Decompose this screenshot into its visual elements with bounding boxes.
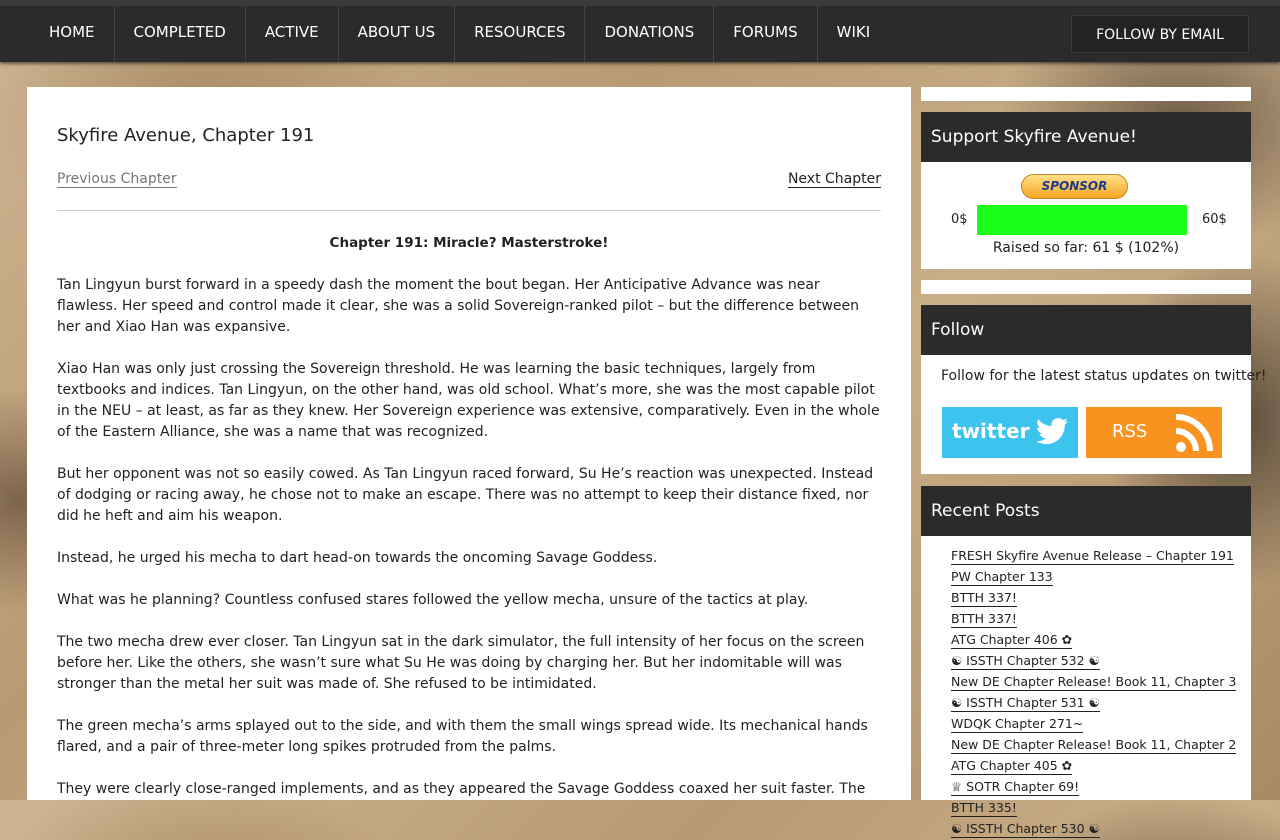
rss-label: RSS bbox=[1112, 421, 1148, 442]
paragraph: The two mecha drew ever closer. Tan Ling… bbox=[57, 634, 865, 692]
support-widget: Support Skyfire Avenue! SPONSOR 0$ 60$ R… bbox=[921, 112, 1251, 269]
sponsor-button[interactable]: SPONSOR bbox=[1021, 174, 1128, 199]
follow-widget: Follow Follow for the latest status upda… bbox=[921, 305, 1267, 474]
twitter-bird-icon bbox=[1036, 418, 1068, 445]
nav-home[interactable]: HOME bbox=[30, 6, 115, 62]
goal-min-label: 0$ bbox=[951, 212, 968, 227]
recent-post-link[interactable]: New DE Chapter Release! Book 11, Chapter… bbox=[951, 673, 1237, 691]
recent-post-link[interactable]: ☯ ISSTH Chapter 531 ☯ bbox=[951, 694, 1100, 712]
goal-max-label: 60$ bbox=[1202, 212, 1227, 227]
recent-post-link[interactable]: ♕ SOTR Chapter 69! bbox=[951, 778, 1080, 796]
paragraph: The green mecha’s arms splayed out to th… bbox=[57, 718, 868, 755]
nav-active[interactable]: ACTIVE bbox=[246, 6, 339, 62]
recent-post-link[interactable]: WDQK Chapter 271~ bbox=[951, 715, 1084, 733]
next-chapter-link[interactable]: Next Chapter bbox=[787, 171, 881, 188]
sidebar-spacer bbox=[921, 280, 1251, 294]
rss-icon bbox=[1175, 414, 1213, 452]
previous-chapter-link[interactable]: Previous Chapter bbox=[57, 171, 177, 188]
recent-post-link[interactable]: New DE Chapter Release! Book 11, Chapter… bbox=[951, 736, 1237, 754]
nav-donations[interactable]: DONATIONS bbox=[585, 6, 715, 62]
recent-post-link[interactable]: ☯ ISSTH Chapter 530 ☯ bbox=[951, 820, 1100, 838]
recent-post-link[interactable]: ☯ ISSTH Chapter 532 ☯ bbox=[951, 652, 1100, 670]
paragraph: But her opponent was not so easily cowed… bbox=[57, 466, 874, 524]
follow-description: Follow for the latest status updates on … bbox=[941, 368, 1267, 384]
support-widget-title: Support Skyfire Avenue! bbox=[921, 112, 1251, 162]
follow-widget-title: Follow bbox=[921, 305, 1251, 355]
twitter-button[interactable]: twitter bbox=[942, 407, 1078, 458]
recent-post-link[interactable]: ATG Chapter 405 ✿ bbox=[951, 757, 1073, 775]
nav-menu: HOME COMPLETED ACTIVE ABOUT US RESOURCES… bbox=[30, 6, 889, 62]
follow-by-email-button[interactable]: FOLLOW BY EMAIL bbox=[1071, 15, 1249, 53]
recent-post-link[interactable]: BTTH 337! bbox=[951, 589, 1017, 607]
recent-post-link[interactable]: BTTH 337! bbox=[951, 610, 1017, 628]
rss-button[interactable]: RSS bbox=[1086, 407, 1222, 458]
recent-post-link[interactable]: ATG Chapter 406 ✿ bbox=[951, 631, 1073, 649]
nav-completed[interactable]: COMPLETED bbox=[115, 6, 246, 62]
post-body: Chapter 191: Miracle? Masterstroke! Tan … bbox=[57, 233, 881, 800]
recent-post-link[interactable]: PW Chapter 133 bbox=[951, 568, 1053, 586]
recent-posts-title: Recent Posts bbox=[921, 486, 1251, 536]
donation-progress-bar bbox=[977, 205, 1187, 235]
post-title: Skyfire Avenue, Chapter 191 bbox=[57, 125, 315, 146]
divider bbox=[57, 210, 881, 211]
paragraph: Instead, he urged his mecha to dart head… bbox=[57, 550, 658, 566]
nav-about-us[interactable]: ABOUT US bbox=[339, 6, 456, 62]
recent-post-link[interactable]: FRESH Skyfire Avenue Release – Chapter 1… bbox=[951, 547, 1234, 565]
nav-forums[interactable]: FORUMS bbox=[714, 6, 818, 62]
recent-posts-widget: Recent Posts FRESH Skyfire Avenue Releas… bbox=[921, 486, 1251, 838]
paragraph: Xiao Han was only just crossing the Sove… bbox=[57, 361, 880, 440]
twitter-label: twitter bbox=[952, 419, 1030, 443]
sidebar-spacer bbox=[921, 87, 1251, 101]
paragraph: Tan Lingyun burst forward in a speedy da… bbox=[57, 277, 860, 335]
raised-so-far-text: Raised so far: 61 $ (102%) bbox=[992, 240, 1180, 256]
recent-post-link[interactable]: BTTH 335! bbox=[951, 799, 1017, 817]
recent-posts-list: FRESH Skyfire Avenue Release – Chapter 1… bbox=[951, 546, 1237, 840]
paragraph: They were clearly close-ranged implement… bbox=[57, 781, 866, 797]
nav-wiki[interactable]: WIKI bbox=[818, 6, 890, 62]
post-content-area: Skyfire Avenue, Chapter 191 Previous Cha… bbox=[27, 87, 911, 800]
top-navigation: HOME COMPLETED ACTIVE ABOUT US RESOURCES… bbox=[0, 0, 1280, 62]
nav-resources[interactable]: RESOURCES bbox=[455, 6, 586, 62]
chapter-heading: Chapter 191: Miracle? Masterstroke! bbox=[329, 235, 609, 251]
paragraph: What was he planning? Countless confused… bbox=[57, 592, 809, 608]
